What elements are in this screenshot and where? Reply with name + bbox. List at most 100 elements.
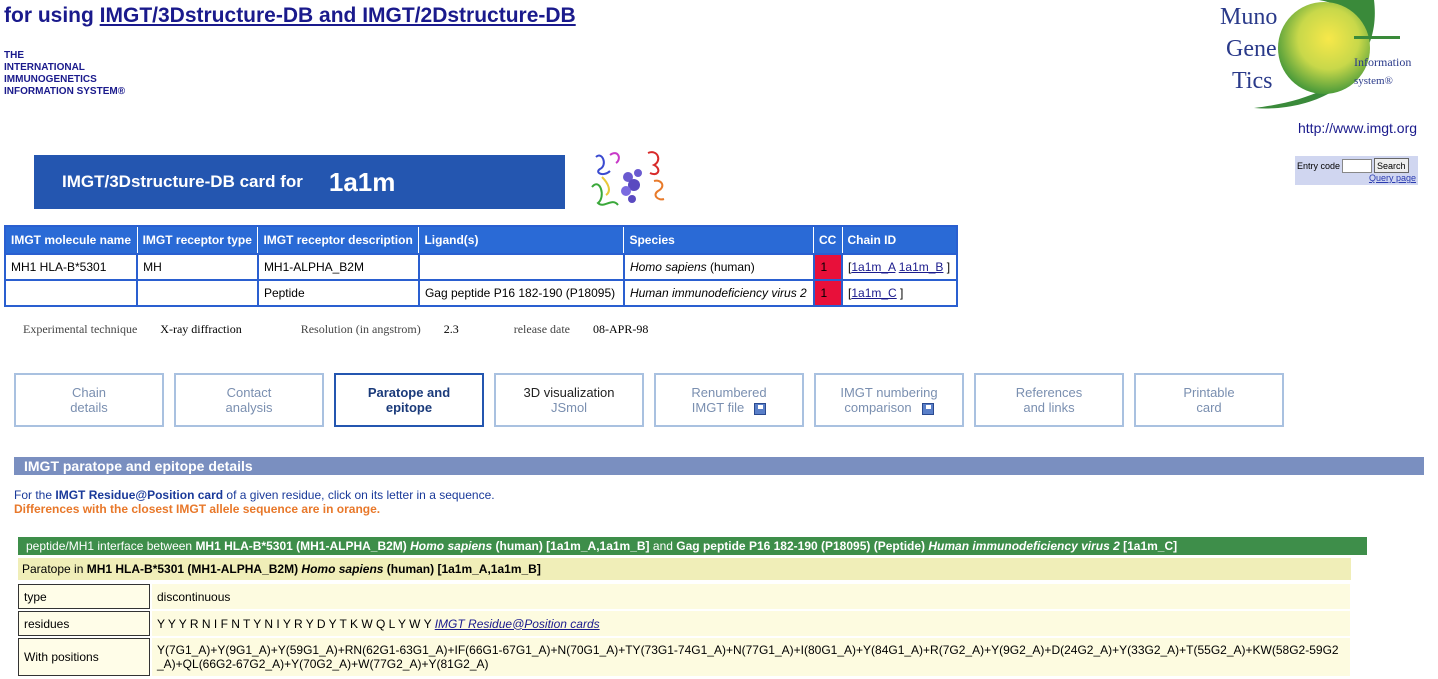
- logo-info: system®: [1354, 75, 1393, 87]
- table-row: Peptide Gag peptide P16 182-190 (P18095)…: [3, 279, 958, 307]
- paratope-species: Homo sapiens: [301, 562, 384, 576]
- receptor-description-cell: MH1-ALPHA_B2M: [256, 253, 420, 281]
- species-cell: Human immunodeficiency virus 2: [622, 279, 815, 307]
- column-header: Ligand(s): [418, 225, 625, 255]
- tab-label: IMGT file: [691, 400, 745, 415]
- interface-species: Human immunodeficiency virus 2: [928, 539, 1120, 553]
- interface-bold: MH1 HLA-B*5301 (MH1-ALPHA_B2M): [195, 539, 411, 553]
- residue-cards-link[interactable]: IMGT Residue@Position cards: [435, 617, 600, 631]
- residues-value: Y Y Y R N I F N T Y N I Y R Y D Y T K W …: [152, 611, 1350, 636]
- release-date-value: 08-APR-98: [593, 322, 649, 336]
- query-page-link[interactable]: Query page: [1297, 173, 1416, 183]
- note-text: For the: [14, 488, 56, 502]
- positions-label: With positions: [18, 638, 150, 676]
- receptor-type-cell: MH: [136, 253, 259, 281]
- logo-info: Information: [1354, 55, 1411, 69]
- column-header: CC: [813, 225, 843, 255]
- tab-label: details: [70, 400, 108, 415]
- interface-bold: [1a1m_C]: [1119, 539, 1178, 553]
- chain-id-cell: [1a1m_A 1a1m_B ]: [841, 253, 958, 281]
- tab-label: comparison: [844, 400, 912, 415]
- table-row: residues Y Y Y R N I F N T Y N I Y R Y D…: [18, 611, 1350, 636]
- entry-code-label: Entry code: [1297, 160, 1341, 171]
- org-line: THE: [4, 50, 24, 61]
- search-button[interactable]: Search: [1374, 158, 1409, 173]
- tab-label: Chain: [72, 385, 106, 400]
- interface-bold: Gag peptide P16 182-190 (P18095) (Peptid…: [676, 539, 929, 553]
- interface-header: peptide/MH1 interface between MH1 HLA-B*…: [18, 537, 1367, 555]
- tab-paratope-epitope[interactable]: Paratope and epitope: [334, 373, 484, 427]
- column-header: IMGT receptor description: [257, 225, 420, 255]
- tab-label: Renumbered: [691, 385, 767, 400]
- type-label: type: [18, 584, 150, 609]
- molecule-name-cell: MH1 HLA-B*5301: [3, 253, 139, 281]
- chain-link[interactable]: 1a1m_A: [851, 260, 895, 274]
- org-name: THE INTERNATIONAL IMMUNOGENETICS INFORMA…: [4, 50, 125, 98]
- entry-code-input[interactable]: [1342, 158, 1373, 173]
- release-date-label: release date: [513, 322, 571, 336]
- species-cell: Homo sapiens (human): [622, 253, 815, 281]
- resolution-label: Resolution (in angstrom): [300, 322, 421, 336]
- imgt-url[interactable]: http://www.imgt.org: [1298, 120, 1417, 136]
- tab-chain-details[interactable]: Chain details: [14, 373, 164, 427]
- tab-label: analysis: [225, 400, 273, 415]
- tab-label: 3D visualization: [523, 385, 615, 400]
- paratope-header: Paratope in MH1 HLA-B*5301 (MH1-ALPHA_B2…: [18, 558, 1351, 580]
- receptor-description-cell: Peptide: [256, 279, 420, 307]
- tab-label: Printable: [1183, 385, 1235, 400]
- molecule-structure-image[interactable]: [588, 147, 672, 215]
- type-value: discontinuous: [152, 584, 1350, 609]
- org-line: INFORMATION SYSTEM®: [4, 86, 126, 97]
- cc-cell: 1: [812, 279, 843, 307]
- org-line: IMMUNOGENETICS: [4, 74, 97, 85]
- structure-summary-table: IMGT molecule name IMGT receptor type IM…: [3, 225, 958, 307]
- paratope-text: Paratope in: [22, 562, 87, 576]
- residue-card-note: For the IMGT Residue@Position card of a …: [14, 488, 495, 502]
- bracket: ]: [896, 286, 904, 300]
- molecule-name-cell: [3, 279, 139, 307]
- chain-link[interactable]: 1a1m_B: [899, 260, 944, 274]
- card-entry-code: 1a1m: [328, 166, 396, 197]
- positions-value: Y(7G1_A)+Y(9G1_A)+Y(59G1_A)+RN(62G1-63G1…: [152, 638, 1350, 676]
- tab-label: card: [1196, 400, 1222, 415]
- paratope-bold: MH1 HLA-B*5301 (MH1-ALPHA_B2M): [86, 562, 302, 576]
- ligand-cell: Gag peptide P16 182-190 (P18095): [417, 279, 625, 307]
- interface-bold: (human) [1a1m_A,1a1m_B]: [492, 539, 650, 553]
- tab-label: Paratope and: [367, 385, 451, 400]
- tab-label: IMGT numbering: [840, 385, 938, 400]
- imgt-logo[interactable]: Muno Gene Tics Information system®: [1214, 0, 1426, 112]
- resolution-value: 2.3: [443, 322, 459, 336]
- residue-sequence[interactable]: Y Y Y R N I F N T Y N I Y R Y D Y T K W …: [157, 617, 435, 631]
- tab-label: References: [1015, 385, 1083, 400]
- entry-search-box: Entry code Search Query page: [1295, 156, 1418, 185]
- interface-text: and: [649, 539, 677, 553]
- structure-db-link[interactable]: IMGT/3Dstructure-DB and IMGT/2Dstructure…: [100, 4, 576, 27]
- cc-cell: 1: [812, 253, 843, 281]
- chain-id-cell: [1a1m_C ]: [841, 279, 958, 307]
- note-bold: IMGT Residue@Position card: [55, 488, 224, 502]
- note-text: of a given residue, click on its letter …: [223, 488, 495, 502]
- tab-contact-analysis[interactable]: Contact analysis: [174, 373, 324, 427]
- tab-references-links[interactable]: References and links: [974, 373, 1124, 427]
- table-row: With positions Y(7G1_A)+Y(9G1_A)+Y(59G1_…: [18, 638, 1350, 676]
- floppy-disk-icon: [921, 402, 934, 415]
- floppy-disk-icon: [754, 402, 767, 415]
- chain-link[interactable]: 1a1m_C: [851, 286, 896, 300]
- tab-numbering-comparison[interactable]: IMGT numbering comparison: [814, 373, 964, 427]
- tab-label: epitope: [385, 400, 433, 415]
- tab-label: Contact: [226, 385, 272, 400]
- tab-printable-card[interactable]: Printable card: [1134, 373, 1284, 427]
- interface-species: Homo sapiens: [410, 539, 493, 553]
- tab-label: and links: [1023, 400, 1075, 415]
- card-banner: IMGT/3Dstructure-DB card for 1a1m: [34, 155, 565, 209]
- org-line: INTERNATIONAL: [4, 62, 85, 73]
- receptor-type-cell: [136, 279, 259, 307]
- tab-renumbered-file[interactable]: Renumbered IMGT file: [654, 373, 804, 427]
- page-title-prefix: for using: [4, 4, 100, 27]
- logo-word: Tics: [1232, 68, 1272, 94]
- paratope-bold: (human) [1a1m_A,1a1m_B]: [383, 562, 541, 576]
- species-name: Homo sapiens: [629, 260, 707, 274]
- ligand-cell: [417, 253, 625, 281]
- tab-3d-visualization[interactable]: 3D visualization JSmol: [494, 373, 644, 427]
- species-common: (human): [706, 260, 755, 274]
